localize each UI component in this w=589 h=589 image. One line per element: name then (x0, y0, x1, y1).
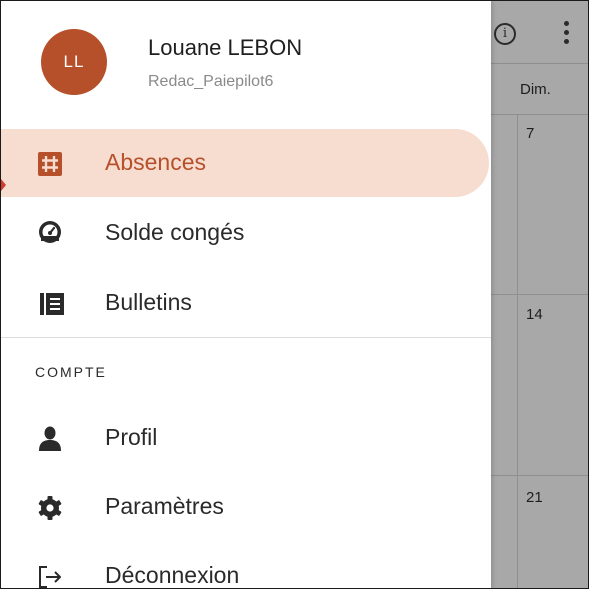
menu-item-label: Déconnexion (105, 562, 240, 588)
logout-icon (39, 566, 61, 588)
menu-item-deconnexion[interactable]: Déconnexion (1, 542, 491, 588)
menu-item-absences[interactable]: Absences (1, 129, 489, 197)
calendar-row-divider (491, 475, 588, 476)
hash-grid-icon (38, 152, 62, 176)
calendar-date-cell[interactable]: 21 (526, 489, 543, 506)
calendar-date-cell[interactable]: 7 (526, 125, 534, 142)
menu-item-label: Profil (105, 424, 158, 450)
person-icon (39, 426, 61, 451)
edge-marker (1, 179, 6, 191)
gear-icon (38, 496, 62, 520)
menu-item-parametres[interactable]: Paramètres (1, 473, 491, 541)
menu-item-label: Paramètres (105, 493, 224, 519)
avatar: LL (41, 29, 107, 95)
info-icon[interactable]: i (494, 23, 516, 45)
calendar-row-divider (491, 294, 588, 295)
menu-item-label: Absences (105, 149, 207, 175)
day-header-sunday: Dim. (520, 81, 551, 98)
menu-item-label: Solde congés (105, 219, 245, 245)
gauge-icon (39, 221, 61, 243)
menu-item-solde-conges[interactable]: Solde congés (1, 199, 491, 267)
section-divider (1, 337, 491, 338)
menu-item-label: Bulletins (105, 289, 192, 315)
more-vertical-icon[interactable] (559, 21, 573, 47)
app-window: i Dim. 7 14 21 LL Louane LEBON Redac_Pai… (0, 0, 589, 589)
section-title-compte: COMPTE (35, 364, 107, 380)
document-list-icon (40, 293, 64, 315)
menu-item-profil[interactable]: Profil (1, 404, 491, 472)
user-name: Louane LEBON (148, 35, 303, 60)
menu-item-bulletins[interactable]: Bulletins (1, 269, 491, 337)
calendar-column-divider (517, 115, 518, 588)
navigation-drawer: LL Louane LEBON Redac_Paiepilot6 Absence… (1, 1, 491, 588)
user-login: Redac_Paiepilot6 (148, 73, 274, 90)
calendar-date-cell[interactable]: 14 (526, 306, 543, 323)
